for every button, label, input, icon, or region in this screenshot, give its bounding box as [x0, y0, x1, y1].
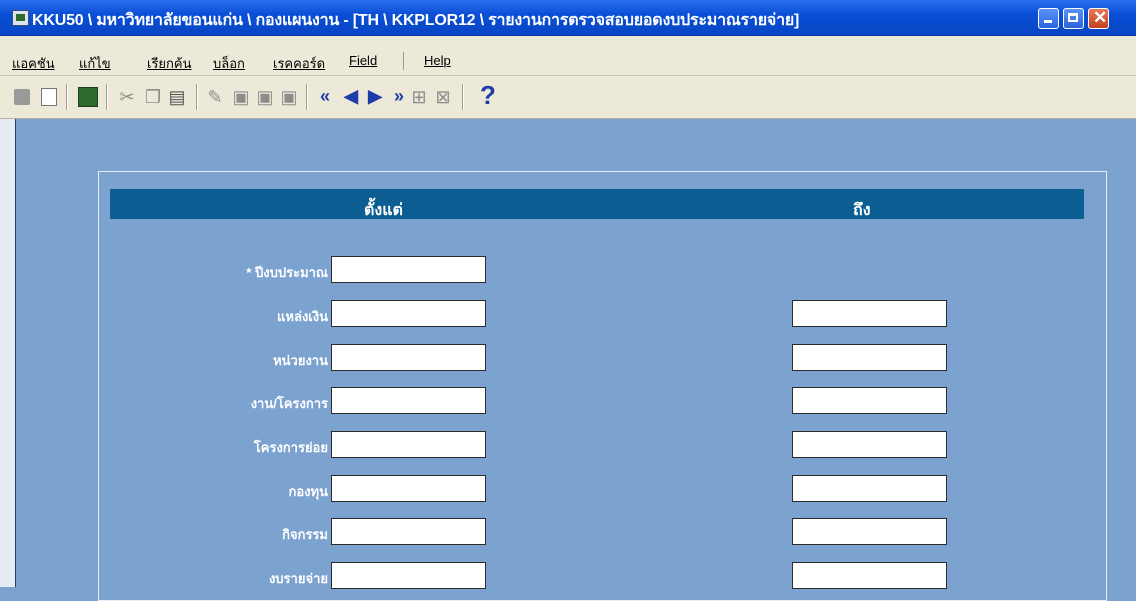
maximize-icon [1068, 13, 1078, 22]
department-to-input[interactable] [792, 344, 947, 371]
field-label-funding-source: แหล่งเงิน [277, 309, 328, 324]
close-button[interactable]: ✕ [1088, 8, 1109, 29]
toolbar-separator [66, 84, 68, 110]
expense-budget-to-input[interactable] [792, 562, 947, 589]
form-canvas: ตั้งแต่ ถึง * ปีงบประมาณ แหล่งเงิน หน่วย… [15, 119, 1136, 601]
header-to-label: ถึง [853, 202, 871, 219]
department-from-input[interactable] [331, 344, 486, 371]
menu-query[interactable]: เรียกค้น [147, 53, 192, 74]
insert-record-icon[interactable]: ✎ [206, 88, 224, 106]
header-band [110, 189, 1084, 219]
menu-bar: แอคชัน แก้ไข เรียกค้น บล็อก เรคคอร์ด Fie… [0, 36, 1136, 76]
copy-icon[interactable]: ❐ [144, 88, 162, 106]
next-record-icon[interactable]: ▶ [364, 85, 386, 107]
field-label-subproject: โครงการย่อย [253, 440, 328, 455]
activity-to-input[interactable] [792, 518, 947, 545]
header-from-label: ตั้งแต่ [364, 202, 403, 219]
fund-from-input[interactable] [331, 475, 486, 502]
previous-record-icon[interactable]: ◀ [340, 85, 362, 107]
title-bar: KKU50 \ มหาวิทยาลัยขอนแก่น \ กองแผนงาน -… [0, 0, 1136, 36]
menu-edit[interactable]: แก้ไข [79, 53, 111, 74]
last-record-icon[interactable]: » [388, 85, 410, 107]
help-icon[interactable]: ? [480, 81, 502, 109]
menu-top-strip [0, 36, 1136, 49]
menu-block[interactable]: บล็อก [213, 53, 245, 74]
toolbar-separator [196, 84, 198, 110]
field-label-fund: กองทุน [288, 484, 328, 499]
subproject-from-input[interactable] [331, 431, 486, 458]
cut-icon[interactable]: ✂ [118, 88, 136, 106]
menu-separator [403, 52, 404, 70]
fiscal-year-from-input[interactable] [331, 256, 486, 283]
minimize-icon [1044, 20, 1052, 23]
exit-icon[interactable] [78, 87, 98, 107]
menu-record[interactable]: เรคคอร์ด [273, 53, 325, 74]
menu-help[interactable]: Help [424, 53, 451, 68]
program-from-input[interactable] [331, 387, 486, 414]
enter-query-icon[interactable]: ⊞ [410, 88, 428, 106]
field-label-department: หน่วยงาน [273, 353, 328, 368]
field-label-program: งาน/โครงการ [250, 396, 328, 411]
first-record-icon[interactable]: « [314, 85, 336, 107]
menu-field[interactable]: Field [349, 53, 377, 68]
paste-icon[interactable]: ▤ [168, 88, 186, 106]
delete-record-icon[interactable]: ▣ [280, 88, 298, 106]
activity-from-input[interactable] [331, 518, 486, 545]
expense-budget-from-input[interactable] [331, 562, 486, 589]
menu-action[interactable]: แอคชัน [12, 53, 55, 74]
toolbar-separator [306, 84, 308, 110]
save-icon[interactable] [14, 89, 30, 105]
subproject-to-input[interactable] [792, 431, 947, 458]
print-preview-icon[interactable] [41, 88, 57, 106]
copy-record-icon[interactable]: ▣ [256, 88, 274, 106]
funding-source-from-input[interactable] [331, 300, 486, 327]
field-label-expense-budget: งบรายจ่าย [268, 571, 328, 586]
duplicate-record-icon[interactable]: ▣ [232, 88, 250, 106]
field-label-fiscal-year: * ปีงบประมาณ [246, 265, 328, 280]
program-to-input[interactable] [792, 387, 947, 414]
cancel-query-icon[interactable]: ⊠ [434, 88, 452, 106]
close-icon: ✕ [1093, 8, 1108, 27]
toolbar-separator [462, 84, 464, 110]
app-icon[interactable] [12, 10, 29, 26]
maximize-button[interactable] [1063, 8, 1084, 29]
field-label-activity: กิจกรรม [282, 527, 328, 542]
funding-source-to-input[interactable] [792, 300, 947, 327]
minimize-button[interactable] [1038, 8, 1059, 29]
toolbar: ✂ ❐ ▤ ✎ ▣ ▣ ▣ « ◀ ▶ » ⊞ ⊠ ? [0, 76, 1136, 119]
window-title: KKU50 \ มหาวิทยาลัยขอนแก่น \ กองแผนงาน -… [32, 12, 800, 29]
left-border [0, 119, 15, 587]
fund-to-input[interactable] [792, 475, 947, 502]
toolbar-separator [106, 84, 108, 110]
